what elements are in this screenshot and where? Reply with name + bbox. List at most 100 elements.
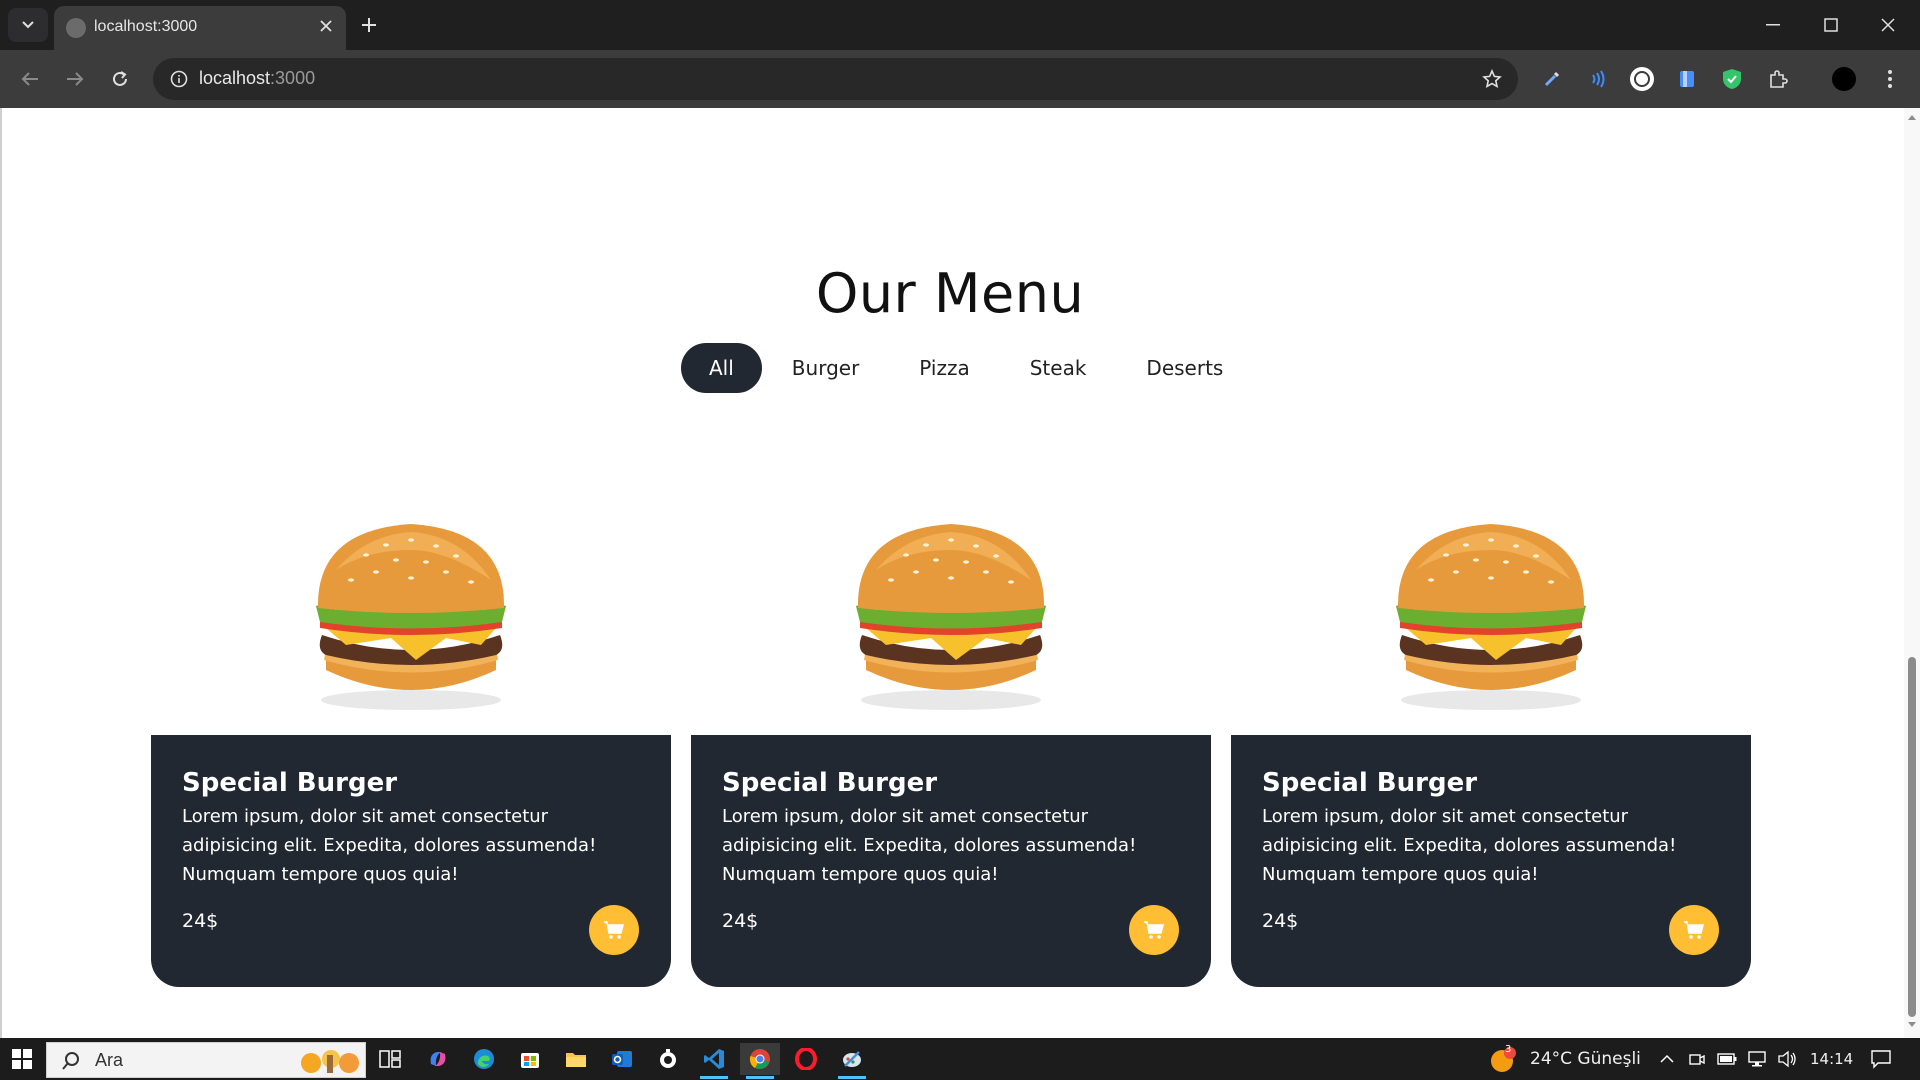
scroll-down-arrow-icon[interactable]	[1907, 1020, 1917, 1030]
scroll-up-arrow-icon[interactable]	[1907, 112, 1917, 122]
maximize-button[interactable]	[1803, 0, 1859, 50]
card-title: Special Burger	[182, 768, 398, 798]
menu-filters: All Burger Pizza Steak Deserts	[681, 343, 1253, 393]
add-to-cart-button[interactable]	[589, 905, 639, 955]
files-extension[interactable]	[1669, 61, 1705, 97]
edge-button[interactable]	[464, 1043, 504, 1075]
folder-icon	[566, 1053, 586, 1067]
plus-icon	[362, 18, 376, 32]
tab-search-button[interactable]	[8, 8, 48, 42]
card-title: Special Burger	[1262, 768, 1478, 798]
outlook-icon	[612, 1051, 632, 1067]
filter-deserts[interactable]: Deserts	[1116, 343, 1253, 393]
burger-image	[316, 524, 506, 710]
chevron-up-icon	[1660, 1054, 1674, 1063]
weather-badge: 3	[1505, 1044, 1512, 1055]
card-description: Lorem ipsum, dolor sit amet consectetur …	[722, 806, 1137, 885]
show-hidden-icons-button[interactable]	[1656, 1048, 1678, 1070]
opera-button[interactable]	[786, 1043, 826, 1075]
star-icon	[1482, 69, 1502, 88]
close-window-button[interactable]	[1860, 0, 1916, 50]
cart-icon	[1684, 921, 1704, 939]
clock-time[interactable]: 14:14	[1810, 1050, 1853, 1068]
color-picker-extension[interactable]	[1534, 61, 1570, 97]
edge-icon	[474, 1049, 494, 1069]
site-info-button[interactable]	[163, 63, 195, 95]
weather-text[interactable]: 24°C Güneşli	[1530, 1049, 1641, 1069]
app-button[interactable]	[832, 1043, 872, 1079]
copilot-button[interactable]	[418, 1043, 458, 1075]
burger-image	[856, 524, 1046, 710]
extensions-button[interactable]	[1760, 61, 1796, 97]
speaker-icon	[1778, 1050, 1796, 1068]
bookmark-button[interactable]	[1476, 63, 1508, 95]
opera-icon	[795, 1048, 817, 1070]
search-icon	[62, 1052, 79, 1070]
chrome-icon	[749, 1049, 770, 1070]
avatar	[1832, 67, 1856, 91]
url-port: :3000	[270, 68, 316, 88]
taskbar-search[interactable]: Ara	[46, 1042, 366, 1078]
url-text: localhost:3000	[199, 68, 315, 89]
card-price: 24$	[182, 910, 219, 932]
filter-pizza[interactable]: Pizza	[889, 343, 999, 393]
task-view-button[interactable]	[370, 1043, 410, 1075]
volume-indicator[interactable]	[1776, 1048, 1798, 1070]
minimize-icon	[1766, 24, 1780, 26]
read-aloud-extension[interactable]	[1579, 61, 1615, 97]
eyedropper-icon	[1544, 71, 1560, 87]
address-bar[interactable]: localhost:3000	[153, 58, 1518, 100]
globe-icon	[66, 18, 86, 38]
card-price: 24$	[1262, 910, 1299, 932]
file-explorer-button[interactable]	[556, 1043, 596, 1075]
windows-logo-icon	[12, 1049, 32, 1069]
page-title: Our Menu	[815, 262, 1085, 326]
add-to-cart-button[interactable]	[1129, 905, 1179, 955]
new-tab-button[interactable]	[352, 8, 386, 42]
reload-button[interactable]	[102, 61, 138, 97]
browser-tab[interactable]: localhost:3000	[54, 6, 346, 50]
close-icon	[320, 20, 332, 32]
battery-indicator[interactable]	[1716, 1048, 1738, 1070]
vscode-icon	[704, 1049, 724, 1069]
chevron-down-icon	[22, 21, 34, 29]
store-icon	[521, 1053, 539, 1068]
clock-icon	[660, 1049, 676, 1068]
add-to-cart-button[interactable]	[1669, 905, 1719, 955]
sound-waves-icon	[1592, 70, 1605, 88]
close-icon	[1881, 18, 1895, 32]
notifications-button[interactable]	[1868, 1048, 1894, 1070]
reload-icon	[113, 71, 127, 86]
camera-icon	[1689, 1054, 1705, 1065]
task-view-icon	[379, 1050, 401, 1068]
card-description: Lorem ipsum, dolor sit amet consectetur …	[182, 806, 597, 885]
browser-menu-button[interactable]	[1872, 61, 1908, 97]
arrow-left-icon	[21, 72, 38, 86]
vscode-button[interactable]	[694, 1043, 734, 1079]
forward-button[interactable]	[57, 61, 93, 97]
notification-icon	[1871, 1050, 1891, 1069]
copilot-icon	[430, 1052, 446, 1066]
vpn-extension[interactable]	[1714, 61, 1750, 97]
card-curve	[691, 685, 751, 735]
filter-burger[interactable]: Burger	[762, 343, 890, 393]
minimize-button[interactable]	[1745, 0, 1801, 50]
app-button[interactable]	[648, 1043, 688, 1075]
outlook-button[interactable]	[602, 1043, 642, 1075]
meet-now-button[interactable]	[1686, 1048, 1708, 1070]
network-indicator[interactable]	[1746, 1048, 1768, 1070]
filter-all[interactable]: All	[681, 343, 762, 393]
start-button[interactable]	[0, 1038, 44, 1080]
filter-steak[interactable]: Steak	[1000, 343, 1117, 393]
profile-button[interactable]	[1826, 61, 1862, 97]
menu-card: Special Burger Lorem ipsum, dolor sit am…	[151, 470, 671, 987]
search-placeholder: Ara	[95, 1050, 124, 1070]
store-button[interactable]	[510, 1043, 550, 1075]
proxy-extension[interactable]	[1624, 61, 1660, 97]
back-button[interactable]	[12, 61, 48, 97]
tab-close-button[interactable]	[314, 14, 338, 38]
card-title: Special Burger	[722, 768, 938, 798]
chrome-button[interactable]	[740, 1043, 780, 1079]
scroll-thumb[interactable]	[1908, 657, 1916, 1017]
tab-title: localhost:3000	[94, 18, 198, 35]
